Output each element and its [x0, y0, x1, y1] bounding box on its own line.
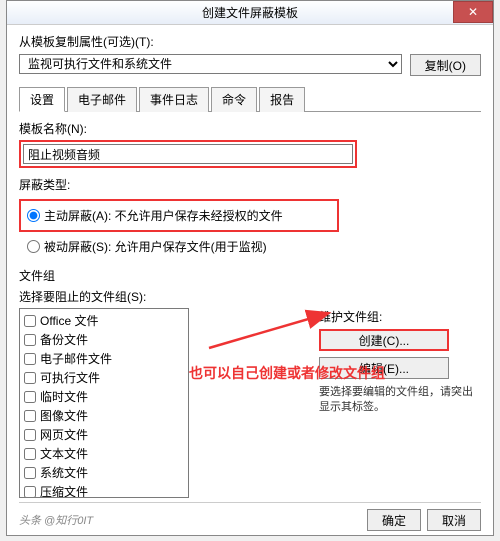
- filegroup-item-label: 临时文件: [40, 388, 88, 405]
- maintain-hint: 要选择要编辑的文件组，请突出显示其标签。: [319, 385, 479, 416]
- filegroup-listbox[interactable]: Office 文件备份文件电子邮件文件可执行文件临时文件图像文件网页文件文本文件…: [19, 308, 189, 498]
- list-item[interactable]: Office 文件: [20, 311, 188, 330]
- copy-button[interactable]: 复制(O): [410, 54, 481, 76]
- filegroup-item-label: 压缩文件: [40, 483, 88, 498]
- template-name-input[interactable]: [23, 144, 353, 164]
- dialog-window: 创建文件屏蔽模板 ✕ 从模板复制属性(可选)(T): 监视可执行文件和系统文件 …: [6, 0, 494, 536]
- list-item[interactable]: 系统文件: [20, 463, 188, 482]
- filegroup-item-label: 文本文件: [40, 445, 88, 462]
- filegroup-checkbox[interactable]: [24, 334, 36, 346]
- close-button[interactable]: ✕: [453, 1, 493, 23]
- list-item[interactable]: 图像文件: [20, 406, 188, 425]
- annotation-text: 也可以自己创建或者修改文件组: [189, 363, 385, 383]
- tab-strip: 设置 电子邮件 事件日志 命令 报告: [19, 86, 481, 112]
- filegroup-checkbox[interactable]: [24, 429, 36, 441]
- filegroup-section: Office 文件备份文件电子邮件文件可执行文件临时文件图像文件网页文件文本文件…: [19, 308, 481, 498]
- list-item[interactable]: 文本文件: [20, 444, 188, 463]
- list-item[interactable]: 备份文件: [20, 330, 188, 349]
- list-item[interactable]: 网页文件: [20, 425, 188, 444]
- radio-passive[interactable]: [27, 240, 40, 253]
- filegroup-item-label: 系统文件: [40, 464, 88, 481]
- dialog-content: 从模板复制属性(可选)(T): 监视可执行文件和系统文件 复制(O) 设置 电子…: [7, 25, 493, 506]
- filegroup-checkbox[interactable]: [24, 315, 36, 327]
- template-name-label: 模板名称(N):: [19, 120, 481, 137]
- filegroup-item-label: 可执行文件: [40, 369, 100, 386]
- annotation-arrow: [199, 298, 349, 358]
- radio-active[interactable]: [27, 209, 40, 222]
- template-combo[interactable]: 监视可执行文件和系统文件: [19, 54, 402, 74]
- filegroup-checkbox[interactable]: [24, 486, 36, 498]
- ok-button[interactable]: 确定: [367, 509, 421, 531]
- filegroup-item-label: 图像文件: [40, 407, 88, 424]
- dialog-title: 创建文件屏蔽模板: [202, 4, 298, 21]
- list-item[interactable]: 压缩文件: [20, 482, 188, 498]
- tab-email[interactable]: 电子邮件: [67, 87, 137, 112]
- titlebar: 创建文件屏蔽模板 ✕: [7, 1, 493, 25]
- filegroup-checkbox[interactable]: [24, 448, 36, 460]
- filegroup-label: 文件组: [19, 267, 481, 284]
- list-item[interactable]: 可执行文件: [20, 368, 188, 387]
- radio-passive-label: 被动屏蔽(S): 允许用户保存文件(用于监视): [44, 238, 267, 255]
- filegroup-checkbox[interactable]: [24, 372, 36, 384]
- tab-report[interactable]: 报告: [259, 87, 305, 112]
- filegroup-item-label: 电子邮件文件: [40, 350, 112, 367]
- list-item[interactable]: 电子邮件文件: [20, 349, 188, 368]
- filegroup-checkbox[interactable]: [24, 410, 36, 422]
- filegroup-checkbox[interactable]: [24, 467, 36, 479]
- filegroup-checkbox[interactable]: [24, 353, 36, 365]
- close-icon: ✕: [468, 5, 478, 19]
- copy-from-row: 监视可执行文件和系统文件 复制(O): [19, 54, 481, 76]
- tab-command[interactable]: 命令: [211, 87, 257, 112]
- cancel-button[interactable]: 取消: [427, 509, 481, 531]
- copy-from-label: 从模板复制属性(可选)(T):: [19, 33, 481, 50]
- screen-type-label: 屏蔽类型:: [19, 176, 481, 193]
- filegroup-item-label: 备份文件: [40, 331, 88, 348]
- watermark: 头条 @知行0IT: [19, 512, 93, 528]
- tab-eventlog[interactable]: 事件日志: [139, 87, 209, 112]
- radio-active-label: 主动屏蔽(A): 不允许用户保存未经授权的文件: [44, 207, 283, 224]
- list-item[interactable]: 临时文件: [20, 387, 188, 406]
- filegroup-item-label: 网页文件: [40, 426, 88, 443]
- filegroup-checkbox[interactable]: [24, 391, 36, 403]
- filegroup-item-label: Office 文件: [40, 312, 98, 329]
- tab-settings[interactable]: 设置: [19, 87, 65, 112]
- dialog-footer: 头条 @知行0IT 确定 取消: [19, 502, 481, 531]
- radio-active-group: 主动屏蔽(A): 不允许用户保存未经授权的文件: [19, 199, 339, 232]
